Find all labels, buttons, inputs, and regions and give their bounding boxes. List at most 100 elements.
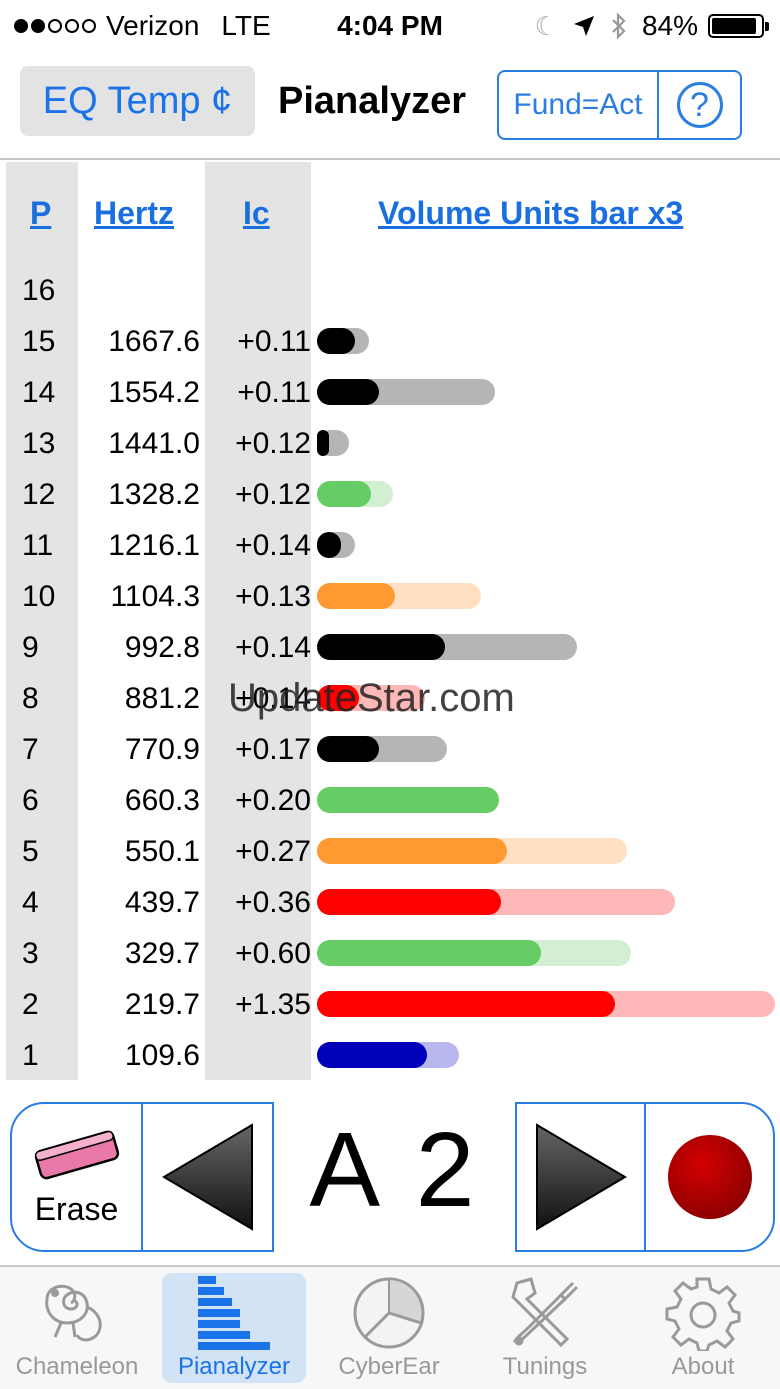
page-title: Pianalyzer <box>278 80 466 122</box>
tab-chameleon[interactable]: Chameleon <box>2 1267 152 1387</box>
column-header-p[interactable]: P <box>30 195 51 232</box>
ic-value: +0.27 <box>235 835 311 868</box>
volume-bar <box>317 379 379 405</box>
ic-value: +0.17 <box>235 733 311 766</box>
ic-value: +0.11 <box>237 376 311 409</box>
table-row: 13 1441.0 +0.12 <box>0 419 780 470</box>
table-row: 4 439.7 +0.36 <box>0 878 780 929</box>
tab-bar: Chameleon Pianalyzer CyberEar Tunings Ab… <box>0 1265 780 1389</box>
hertz-value: 1667.6 <box>108 325 200 358</box>
partial-number: 6 <box>22 784 39 817</box>
table-row: 12 1328.2 +0.12 <box>0 470 780 521</box>
hertz-value: 1554.2 <box>108 376 200 409</box>
tab-label: CyberEar <box>338 1353 440 1380</box>
hertz-value: 1441.0 <box>108 427 200 460</box>
partial-number: 2 <box>22 988 39 1021</box>
battery-percent: 84% <box>641 10 698 41</box>
column-header-volume[interactable]: Volume Units bar x3 <box>378 195 683 232</box>
hertz-value: 660.3 <box>124 784 200 817</box>
fund-help-segment: Fund=Act ? <box>497 70 742 140</box>
eq-temp-button[interactable]: EQ Temp ¢ <box>20 66 255 136</box>
partial-number: 4 <box>22 886 39 919</box>
previous-note-button[interactable] <box>141 1104 272 1250</box>
hertz-value: 1216.1 <box>108 529 200 562</box>
table-row: 6 660.3 +0.20 <box>0 776 780 827</box>
erase-button[interactable]: Erase <box>12 1104 141 1250</box>
volume-bar <box>317 583 395 609</box>
hertz-value: 550.1 <box>124 835 200 868</box>
help-icon: ? <box>676 82 723 128</box>
partial-number: 5 <box>22 835 39 868</box>
ic-value: +0.12 <box>235 478 311 511</box>
record-icon <box>667 1135 752 1219</box>
right-control-group <box>515 1102 775 1252</box>
partial-number: 8 <box>22 682 39 715</box>
volume-bar <box>317 940 541 966</box>
volume-bar <box>317 532 341 558</box>
volume-bar <box>317 328 355 354</box>
table-row: 2 219.7 +1.35 <box>0 980 780 1031</box>
partial-number: 15 <box>22 325 56 358</box>
watermark: UpdateStar.com <box>228 676 515 720</box>
volume-bar <box>317 991 615 1017</box>
ic-value: +0.14 <box>235 529 311 562</box>
column-header-hertz[interactable]: Hertz <box>94 195 174 232</box>
partial-number: 11 <box>22 529 54 562</box>
tab-tunings[interactable]: Tunings <box>470 1267 620 1387</box>
chameleon-icon <box>45 1284 102 1342</box>
ic-value: +0.20 <box>235 784 311 817</box>
volume-bar <box>317 481 371 507</box>
tools-icon <box>511 1277 579 1348</box>
triangle-left-icon <box>161 1123 253 1231</box>
partial-number: 1 <box>22 1039 39 1072</box>
partial-number: 7 <box>22 733 39 766</box>
volume-bar <box>317 430 329 456</box>
volume-bar <box>317 634 445 660</box>
gear-icon <box>665 1277 741 1351</box>
help-button[interactable]: ? <box>659 72 740 138</box>
tab-pianalyzer[interactable]: Pianalyzer <box>162 1273 306 1383</box>
tab-label: Pianalyzer <box>177 1353 291 1380</box>
ic-value: +0.12 <box>235 427 311 460</box>
bluetooth-icon <box>612 12 626 40</box>
partial-number: 12 <box>22 478 56 511</box>
hertz-value: 881.2 <box>124 682 200 715</box>
record-button[interactable] <box>644 1104 773 1250</box>
volume-bar <box>317 838 507 864</box>
volume-bar <box>317 736 379 762</box>
moon-icon: ☾ <box>534 10 558 41</box>
hertz-value: 329.7 <box>124 937 200 970</box>
table-row: 7 770.9 +0.17 <box>0 725 780 776</box>
bar-chart-icon <box>198 1276 270 1350</box>
hertz-value: 992.8 <box>124 631 200 664</box>
ic-value: +0.13 <box>235 580 311 613</box>
volume-bar <box>317 787 499 813</box>
location-arrow-icon <box>573 16 594 36</box>
table-row: 1 109.6 <box>0 1031 780 1082</box>
erase-label: Erase <box>34 1190 119 1227</box>
ic-value: +1.35 <box>235 988 311 1021</box>
partial-number: 3 <box>22 937 39 970</box>
partial-number: 13 <box>22 427 56 460</box>
pie-chart-icon <box>353 1277 425 1349</box>
table-row: 5 550.1 +0.27 <box>0 827 780 878</box>
column-header-ic[interactable]: Ic <box>243 195 270 232</box>
table-row: 9 992.8 +0.14 <box>0 623 780 674</box>
fund-act-button[interactable]: Fund=Act <box>499 72 659 138</box>
hertz-value: 439.7 <box>124 886 200 919</box>
table-row: 3 329.7 +0.60 <box>0 929 780 980</box>
ic-value: +0.14 <box>235 631 311 664</box>
hertz-value: 219.7 <box>124 988 200 1021</box>
hertz-value: 109.6 <box>124 1039 200 1072</box>
tab-about[interactable]: About <box>628 1267 778 1387</box>
tab-cyberear[interactable]: CyberEar <box>314 1267 464 1387</box>
partial-number: 10 <box>22 580 56 613</box>
hertz-value: 770.9 <box>124 733 200 766</box>
tab-label: Tunings <box>502 1353 588 1380</box>
ic-value: +0.11 <box>237 325 311 358</box>
table-row: 11 1216.1 +0.14 <box>0 521 780 572</box>
partial-number: 14 <box>22 376 56 409</box>
partial-number: 9 <box>22 631 39 664</box>
hertz-value: 1328.2 <box>108 478 200 511</box>
next-note-button[interactable] <box>517 1104 644 1250</box>
